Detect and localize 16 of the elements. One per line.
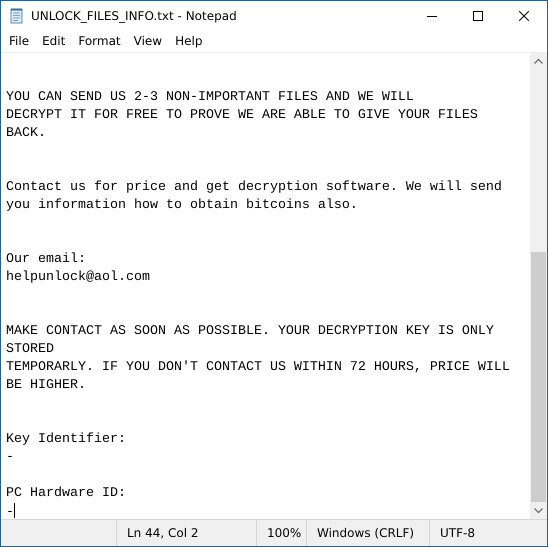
window-title: UNLOCK_FILES_INFO.txt - Notepad xyxy=(31,8,237,22)
vertical-scrollbar[interactable] xyxy=(530,53,547,519)
scrollbar-thumb[interactable] xyxy=(531,252,546,502)
notepad-icon xyxy=(9,8,25,24)
text-editor[interactable]: YOU CAN SEND US 2-3 NON-IMPORTANT FILES AND WE WILL DECRYPT IT FOR FREE TO PROVE WE ARE ABLE TO GIVE YOUR FILES BACK. Contact us for price and get decryption software. We will send you information how to obtain bitcoins also. Our email: helpunlock@aol.com MAKE CONTACT AS SOON AS POSSIBLE. YOUR DECRYPTION KEY IS ONLY STORED TEMPORARLY. IF YOU DON'T CONTACT US WITHIN 72 HOURS, PRICE WILL BE HIGHER. Key Identifier: - PC Hardware ID: - xyxy=(1,53,530,519)
close-icon xyxy=(519,10,529,20)
cursor-position: Ln 44, Col 2 xyxy=(127,526,199,540)
menu-item[interactable]: View xyxy=(128,34,170,48)
menu-item[interactable]: File xyxy=(3,34,36,48)
menu-item[interactable]: Help xyxy=(169,34,210,48)
menu-item[interactable]: Format xyxy=(72,34,128,48)
encoding: UTF-8 xyxy=(440,526,475,540)
line-endings: Windows (CRLF) xyxy=(317,526,414,540)
maximize-icon xyxy=(473,10,483,20)
zoom-level: 100% xyxy=(267,526,302,540)
menu-item[interactable]: Edit xyxy=(36,34,72,48)
